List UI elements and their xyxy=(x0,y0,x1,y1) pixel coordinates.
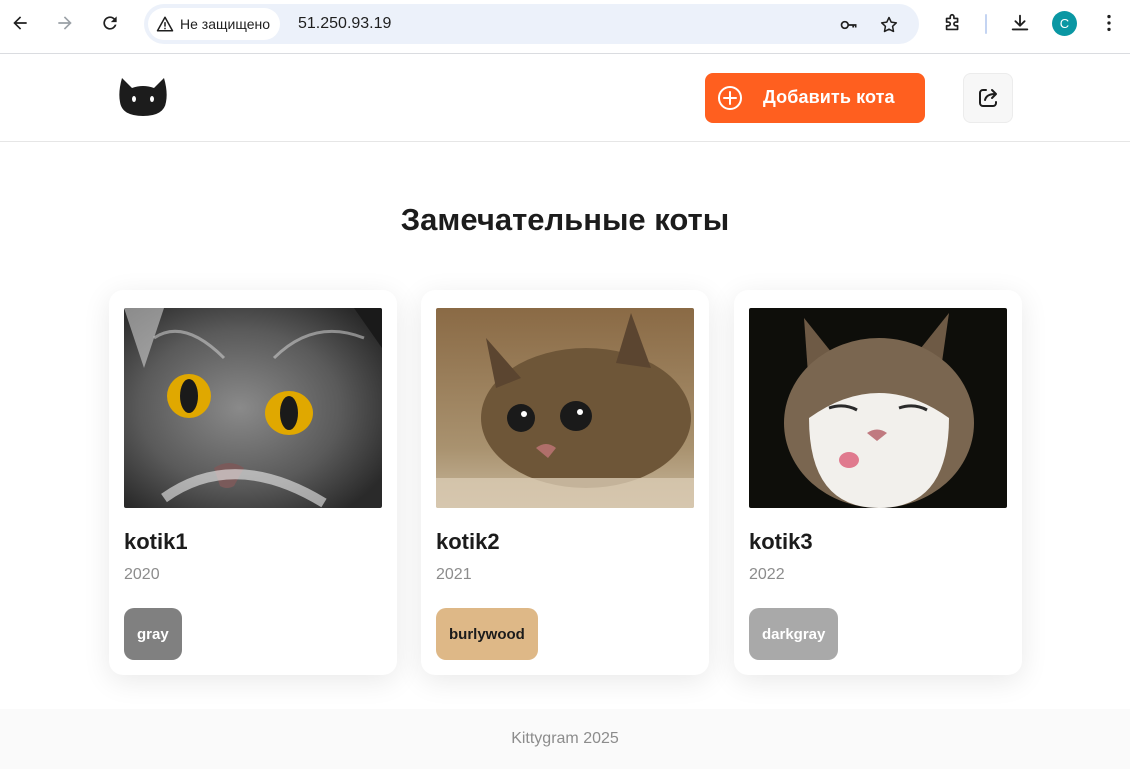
cat-card[interactable]: kotik3 2022 darkgray xyxy=(734,290,1022,675)
url-text[interactable]: 51.250.93.19 xyxy=(298,15,391,33)
cat-color-chip: darkgray xyxy=(749,608,839,660)
arrow-left-icon xyxy=(13,16,27,30)
security-chip[interactable]: Не защищено xyxy=(148,8,280,40)
security-label: Не защищено xyxy=(180,16,270,32)
cat-name: kotik3 xyxy=(749,529,813,554)
plus-circle-icon xyxy=(718,86,742,110)
reload-icon xyxy=(103,16,117,30)
page-title: Замечательные коты xyxy=(400,202,730,237)
cat-photo[interactable] xyxy=(749,308,1007,508)
menu-dots-icon[interactable] xyxy=(1097,11,1121,35)
reload-button[interactable] xyxy=(96,9,124,37)
bookmark-star-icon[interactable] xyxy=(878,14,900,36)
back-button[interactable] xyxy=(6,9,34,37)
browser-toolbar: Не защищено 51.250.93.19 C xyxy=(0,0,1130,54)
add-cat-label: Добавить кота xyxy=(763,87,895,107)
cat-card[interactable]: kotik2 2021 burlywood xyxy=(421,290,709,675)
cat-name: kotik1 xyxy=(124,529,188,554)
arrow-right-icon xyxy=(58,16,72,30)
share-logout-icon xyxy=(979,89,997,107)
password-key-icon[interactable] xyxy=(838,14,860,36)
cat-name: kotik2 xyxy=(436,529,500,554)
footer-text: Kittygram 2025 xyxy=(511,730,619,747)
profile-avatar[interactable]: C xyxy=(1052,11,1077,36)
cat-logo-icon[interactable] xyxy=(118,76,168,118)
cat-photo[interactable] xyxy=(124,308,382,508)
cat-year: 2021 xyxy=(436,566,472,583)
cat-year: 2020 xyxy=(124,566,160,583)
warning-icon xyxy=(156,16,174,32)
cat-color-chip: gray xyxy=(124,608,182,660)
site-header: Добавить кота xyxy=(0,54,1130,142)
cat-photo[interactable] xyxy=(436,308,694,508)
cat-year: 2022 xyxy=(749,566,785,583)
add-cat-button[interactable]: Добавить кота xyxy=(705,73,925,123)
site-footer: Kittygram 2025 xyxy=(0,709,1130,769)
download-icon[interactable] xyxy=(1008,11,1032,35)
logout-button[interactable] xyxy=(963,73,1013,123)
extensions-icon[interactable] xyxy=(941,11,965,35)
cat-color-chip: burlywood xyxy=(436,608,538,660)
cat-card[interactable]: kotik1 2020 gray xyxy=(109,290,397,675)
forward-button[interactable] xyxy=(51,9,79,37)
address-bar[interactable]: Не защищено 51.250.93.19 xyxy=(144,4,919,44)
toolbar-divider xyxy=(985,14,987,34)
